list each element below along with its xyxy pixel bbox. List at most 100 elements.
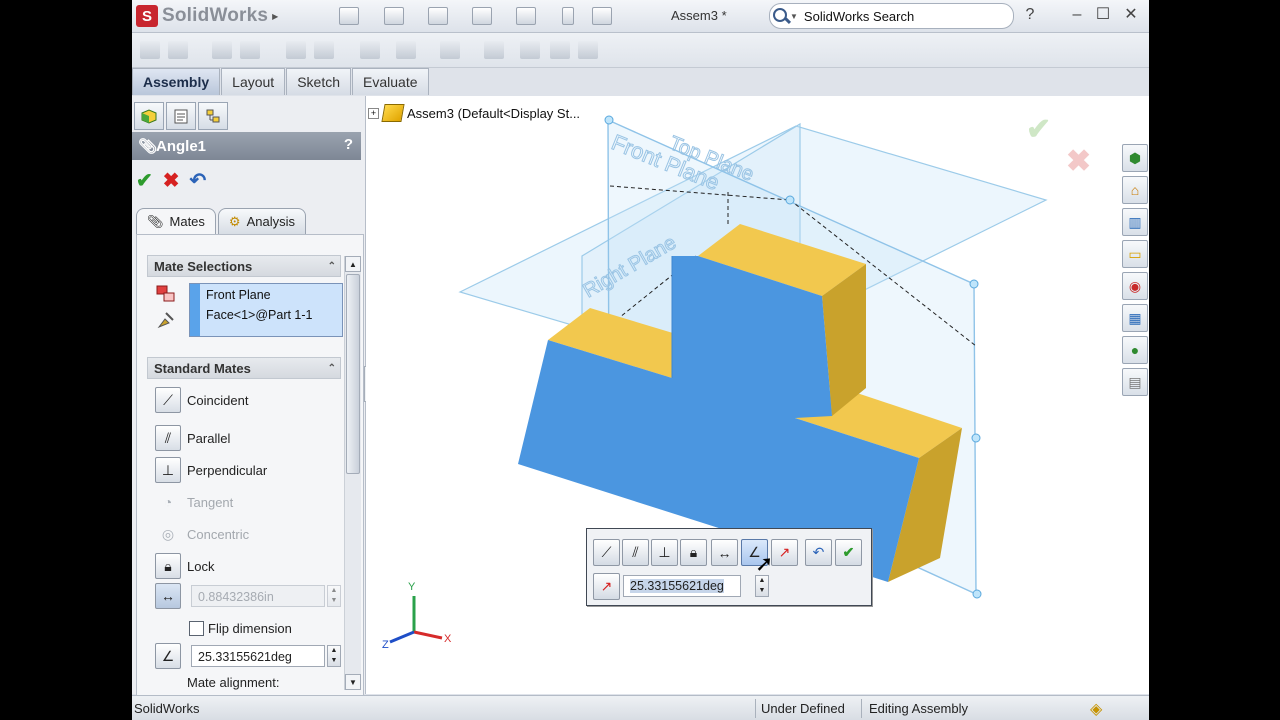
help-button[interactable]: ? (344, 136, 353, 153)
angle-spinner[interactable]: ▲ ▼ (327, 645, 341, 667)
paperclip-icon: 📎︎ (138, 138, 158, 155)
coincident-icon[interactable]: ⟋ (155, 387, 181, 413)
panel-scrollbar[interactable]: ▲ ▼ (344, 256, 361, 690)
tab-sketch[interactable]: Sketch (286, 68, 352, 95)
explode-line-sketch-icon[interactable] (550, 41, 570, 59)
flip-dimension-row[interactable]: Flip dimension (189, 621, 292, 636)
flip-alignment-icon[interactable]: ↗ (771, 539, 798, 566)
mate-parallel[interactable]: ⫽ Parallel (155, 425, 230, 451)
rotate-component-icon[interactable] (314, 41, 334, 59)
resources-icon[interactable]: ⬢ (1122, 144, 1148, 172)
standard-mates-title[interactable]: Standard Mates ⌃ (147, 357, 341, 379)
ok-button[interactable]: ✔ (136, 168, 153, 193)
angle-mate-icon[interactable]: ∠ (155, 643, 181, 669)
help-button[interactable]: ? (1021, 6, 1039, 24)
tag-icon[interactable]: ◈ (1090, 699, 1108, 718)
save-icon[interactable] (428, 7, 448, 25)
solidworks-logo[interactable]: S SolidWorks ▶ (136, 3, 286, 29)
angle-spinner[interactable]: ▲ ▼ (755, 575, 769, 597)
distance-icon[interactable]: ↔ (711, 539, 738, 566)
distance-mate-icon[interactable]: ↔ (155, 583, 181, 609)
scroll-up-icon[interactable]: ▲ (345, 256, 361, 272)
search-box[interactable]: ▼ SolidWorks Search (769, 3, 1014, 29)
exploded-view-icon[interactable] (520, 41, 540, 59)
feature-tree-root[interactable]: + Assem3 (Default<Display St... (368, 104, 580, 122)
print-icon[interactable] (472, 7, 492, 25)
flip-dimension-checkbox[interactable] (189, 621, 204, 636)
configuration-manager-tab-icon[interactable] (198, 102, 228, 130)
status-divider (755, 699, 756, 718)
mate-perpendicular[interactable]: ⊥ Perpendicular (155, 457, 267, 483)
parallel-icon[interactable]: ⫽ (622, 539, 649, 566)
scrollbar-thumb[interactable] (346, 274, 360, 474)
tab-assembly[interactable]: Assembly (132, 68, 221, 95)
property-manager-header: 📎︎ Angle1 ? (132, 132, 361, 160)
status-mode: Editing Assembly (869, 701, 968, 716)
open-icon[interactable] (384, 7, 404, 25)
search-icon (772, 7, 790, 25)
angle-value-input[interactable]: 25.33155621deg (623, 575, 741, 597)
mate-label: Coincident (187, 392, 249, 408)
scroll-down-icon[interactable]: ▼ (345, 674, 361, 690)
cancel-button[interactable]: ✖ (163, 168, 180, 193)
smart-fasteners-icon[interactable] (212, 41, 232, 59)
pin-icon[interactable] (155, 309, 177, 331)
expand-icon[interactable]: + (368, 107, 379, 119)
tab-layout[interactable]: Layout (221, 68, 286, 95)
assembly-features-icon[interactable] (360, 41, 380, 59)
accept-icon[interactable]: ✔ (835, 539, 862, 566)
mate-icon[interactable] (168, 41, 188, 59)
design-library-icon[interactable]: ▥ (1122, 208, 1148, 236)
mate-coincident[interactable]: ⟋ Coincident (155, 387, 248, 413)
file-explorer-icon[interactable]: ▭ (1122, 240, 1148, 268)
close-button[interactable]: ✕ (1122, 6, 1140, 24)
instant3d-icon[interactable] (578, 41, 598, 59)
tab-analysis[interactable]: ⚙ Analysis (217, 208, 306, 235)
reference-geometry-icon[interactable] (396, 41, 416, 59)
home-icon[interactable]: ⌂ (1122, 176, 1148, 204)
list-item[interactable]: Face<1>@Part 1-1 (206, 308, 313, 322)
angle-flip-icon[interactable]: ↗ (593, 573, 620, 600)
confirm-cancel-icon[interactable]: ✖ (1066, 144, 1091, 179)
status-bar: SolidWorks Under Defined Editing Assembl… (132, 695, 1149, 720)
search-input[interactable]: SolidWorks Search (804, 9, 914, 24)
mate-selections-title[interactable]: Mate Selections ⌃ (147, 255, 341, 277)
feature-manager-tab-icon[interactable] (134, 102, 164, 130)
mate-selections-list[interactable]: Front Plane Face<1>@Part 1-1 (189, 283, 343, 337)
mate-lock[interactable]: 🔒︎ Lock (155, 553, 214, 579)
tab-mates[interactable]: 📎︎ Mates (136, 208, 216, 235)
confirm-ok-icon[interactable]: ✔ (1026, 112, 1051, 147)
appearances-icon[interactable]: ● (1122, 336, 1148, 364)
new-document-icon[interactable] (339, 7, 359, 25)
custom-properties-icon[interactable]: ▤ (1122, 368, 1148, 396)
lock-icon[interactable]: 🔒︎ (155, 553, 181, 579)
bill-of-materials-icon[interactable] (484, 41, 504, 59)
search-results-icon[interactable]: ◉ (1122, 272, 1148, 300)
rebuild-icon[interactable] (562, 7, 574, 25)
view-palette-icon[interactable]: ▦ (1122, 304, 1148, 332)
property-manager-tab-icon[interactable] (166, 102, 196, 130)
tab-evaluate[interactable]: Evaluate (352, 68, 429, 95)
maximize-button[interactable]: ☐ (1094, 6, 1112, 24)
graphics-area[interactable]: Front Plane Top Plane Right Plane Y X Z … (366, 96, 1149, 694)
mate-label: Tangent (187, 494, 234, 510)
linear-pattern-icon[interactable] (240, 41, 260, 59)
undo-icon[interactable] (516, 7, 536, 25)
angle-input[interactable]: 25.33155621deg (191, 645, 325, 667)
list-item[interactable]: Front Plane (206, 288, 271, 302)
move-component-icon[interactable] (286, 41, 306, 59)
new-motion-study-icon[interactable] (440, 41, 460, 59)
mate-title: Angle1 (156, 137, 207, 155)
perpendicular-icon[interactable]: ⊥ (155, 457, 181, 483)
lock-icon[interactable]: 🔒︎ (680, 539, 707, 566)
undo-icon[interactable]: ↶ (805, 539, 832, 566)
collapse-icon: ⌃ (327, 363, 336, 374)
parallel-icon[interactable]: ⫽ (155, 425, 181, 451)
insert-components-icon[interactable] (140, 41, 160, 59)
options-icon[interactable] (592, 7, 612, 25)
perpendicular-icon[interactable]: ⊥ (651, 539, 678, 566)
coincident-icon[interactable]: ⟋ (593, 539, 620, 566)
chevron-down-icon: ▼ (790, 11, 798, 21)
minimize-button[interactable]: – (1068, 6, 1086, 24)
undo-button[interactable]: ↶ (190, 168, 207, 193)
